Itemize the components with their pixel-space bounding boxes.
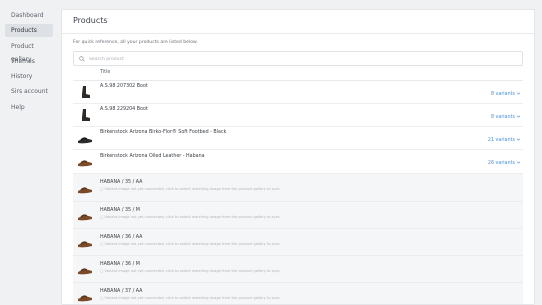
product-name: Birkenstock Arizona Birko-Flor® Soft Foo… xyxy=(100,130,227,135)
variants-toggle[interactable]: 26 variants xyxy=(488,160,521,166)
variant-hint: ▢ Variant image not yet connected; click… xyxy=(100,296,280,300)
variant-hint: ▢ Variant image not yet connected; click… xyxy=(100,242,280,246)
sidebar-item-products[interactable]: Products xyxy=(5,24,53,38)
product-name: A.S.98 207302 Boot xyxy=(100,84,148,89)
sidebar-item-account[interactable]: Sirs account xyxy=(5,85,53,98)
variants-count: 26 variants xyxy=(487,161,515,166)
variant-name: HABANA / 36 / AA xyxy=(100,235,143,240)
product-row[interactable]: Birkenstock Arizona Birko-Flor® Soft Foo… xyxy=(73,127,523,150)
sidebar-item-dashboard[interactable]: Dashboard xyxy=(5,9,53,22)
variant-row[interactable]: HABANA / 37 / AA ▢ Variant image not yet… xyxy=(73,283,523,304)
variant-row[interactable]: HABANA / 35 / AA ▢ Variant image not yet… xyxy=(73,174,523,202)
variants-count: 21 variants xyxy=(487,138,515,143)
sandal-thumbnail xyxy=(78,295,92,302)
variants-count: 8 variants xyxy=(490,92,515,97)
variants-toggle[interactable]: 21 variants xyxy=(488,137,521,143)
boot-thumbnail xyxy=(82,86,90,98)
variant-row[interactable]: HABANA / 35 / M ▢ Variant image not yet … xyxy=(73,202,523,229)
sidebar-item-product-gallery[interactable]: Product gallery xyxy=(5,40,53,63)
product-row-expanded[interactable]: Birkenstock Arizona Oiled Leather - Haba… xyxy=(73,150,523,174)
sandal-thumbnail xyxy=(78,268,92,275)
product-row[interactable]: A.S.98 229204 Boot 8 variants xyxy=(73,104,523,127)
variant-hint: ▢ Variant image not yet connected; click… xyxy=(100,269,280,273)
variants-count: 8 variants xyxy=(490,115,515,120)
variant-name: HABANA / 37 / AA xyxy=(100,289,143,294)
product-name: Birkenstock Arizona Oiled Leather - Haba… xyxy=(100,154,205,159)
boot-thumbnail xyxy=(82,109,90,121)
chevron-down-icon xyxy=(516,115,521,118)
header-divider xyxy=(62,33,534,34)
sandal-thumbnail xyxy=(78,187,92,194)
search-input[interactable] xyxy=(89,54,509,64)
chevron-down-icon xyxy=(516,161,521,164)
intro-text: For quick reference, all your products a… xyxy=(73,40,198,45)
sandal-thumbnail xyxy=(78,214,92,221)
sandal-thumbnail xyxy=(78,160,92,167)
page-title: Products xyxy=(73,16,108,25)
sidebar-item-history[interactable]: History xyxy=(5,70,53,83)
search-box xyxy=(73,51,523,66)
chevron-down-icon xyxy=(516,138,521,141)
sidebar: Dashboard Products Product gallery Theme… xyxy=(0,0,58,305)
variant-hint: ▢ Variant image not yet connected; click… xyxy=(100,215,280,219)
variant-hint: ▢ Variant image not yet connected; click… xyxy=(100,187,280,191)
sidebar-item-help[interactable]: Help xyxy=(5,101,53,114)
product-row[interactable]: A.S.98 207302 Boot 8 variants xyxy=(73,81,523,104)
products-card: Products For quick reference, all your p… xyxy=(61,9,535,305)
variant-name: HABANA / 35 / AA xyxy=(100,180,143,185)
variant-name: HABANA / 35 / M xyxy=(100,208,140,213)
variant-name: HABANA / 36 / M xyxy=(100,262,140,267)
variants-toggle[interactable]: 8 variants xyxy=(491,114,521,120)
product-name: A.S.98 229204 Boot xyxy=(100,107,148,112)
variants-toggle[interactable]: 8 variants xyxy=(491,91,521,97)
search-icon xyxy=(79,56,85,62)
variant-row[interactable]: HABANA / 36 / AA ▢ Variant image not yet… xyxy=(73,229,523,256)
chevron-down-icon xyxy=(516,92,521,95)
column-header-title: Title xyxy=(100,70,111,75)
sidebar-item-themes[interactable]: Themes xyxy=(5,55,53,68)
sandal-thumbnail xyxy=(78,137,92,144)
sandal-thumbnail xyxy=(78,241,92,248)
variant-row[interactable]: HABANA / 36 / M ▢ Variant image not yet … xyxy=(73,256,523,283)
